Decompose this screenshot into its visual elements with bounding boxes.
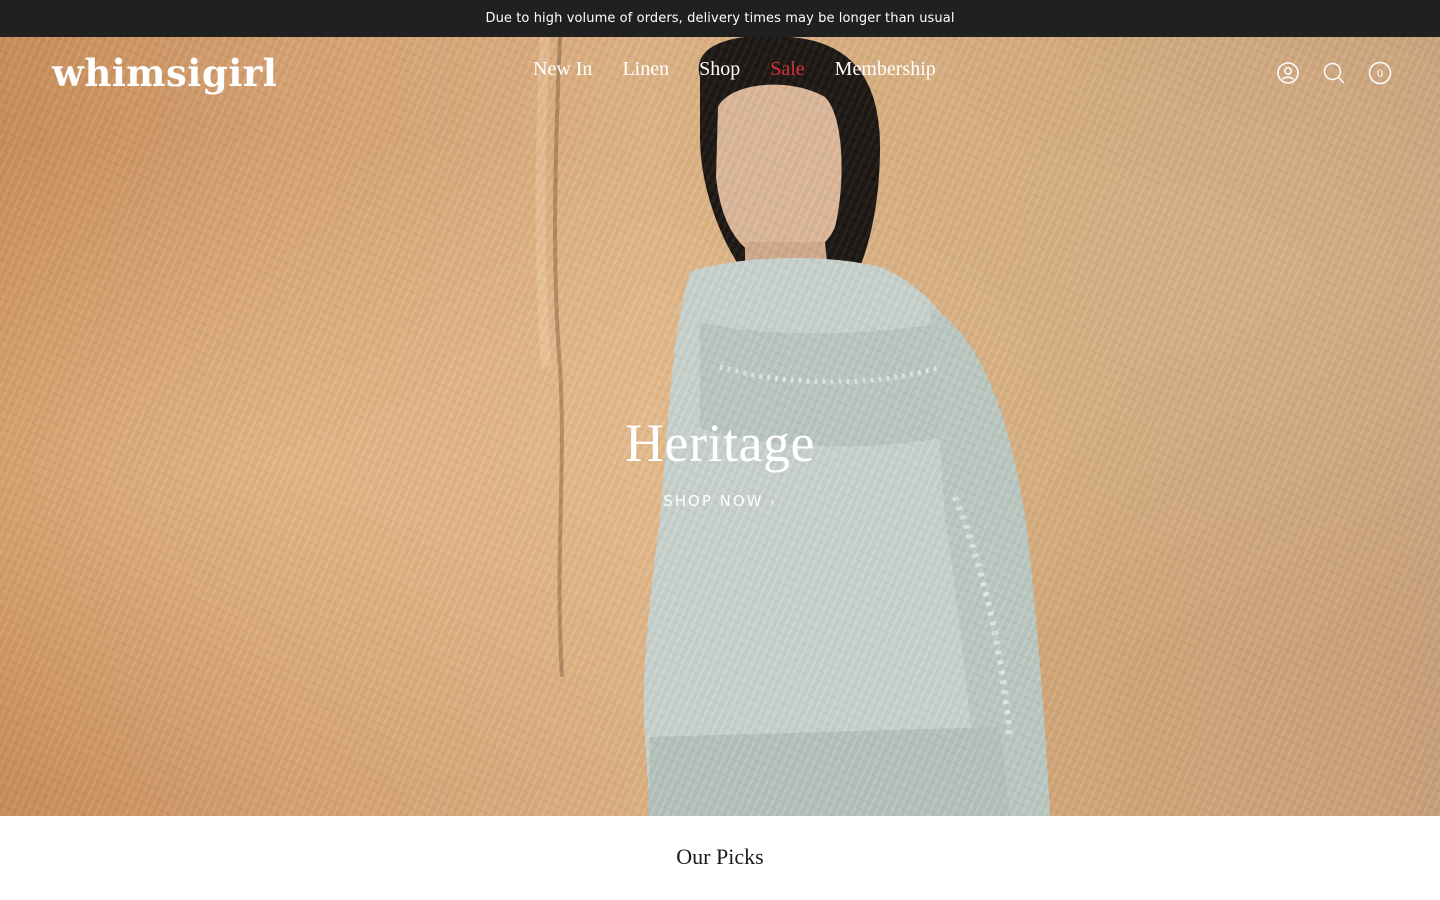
- announcement-text: Due to high volume of orders, delivery t…: [485, 11, 955, 26]
- shop-now-link[interactable]: SHOP NOW ›: [0, 492, 1440, 510]
- brand-logo[interactable]: whimsigirl: [52, 51, 277, 95]
- announcement-bar: Due to high volume of orders, delivery t…: [0, 0, 1440, 37]
- site-header: whimsigirl New In Linen Shop Sale Member…: [0, 37, 1440, 109]
- nav-shop[interactable]: Shop: [699, 58, 740, 81]
- shop-now-label: SHOP NOW: [663, 492, 764, 510]
- account-button[interactable]: [1276, 61, 1300, 85]
- search-button[interactable]: [1322, 61, 1346, 85]
- chevron-right-icon: ›: [769, 495, 777, 510]
- our-picks-section: Our Picks: [0, 816, 1440, 900]
- section-title: Our Picks: [676, 844, 764, 869]
- cart-button[interactable]: 0: [1368, 61, 1392, 85]
- main-nav: New In Linen Shop Sale Membership: [533, 58, 966, 81]
- cart-count: 0: [1377, 65, 1383, 80]
- account-icon: [1277, 62, 1299, 84]
- nav-membership[interactable]: Membership: [835, 58, 936, 81]
- nav-new-in[interactable]: New In: [533, 58, 592, 81]
- search-icon: [1323, 62, 1345, 84]
- hero-title: Heritage: [625, 413, 815, 473]
- nav-linen[interactable]: Linen: [622, 58, 669, 81]
- hero-content: Heritage SHOP NOW ›: [0, 37, 1440, 816]
- nav-sale[interactable]: Sale: [770, 58, 804, 81]
- header-icons: 0: [1276, 61, 1392, 85]
